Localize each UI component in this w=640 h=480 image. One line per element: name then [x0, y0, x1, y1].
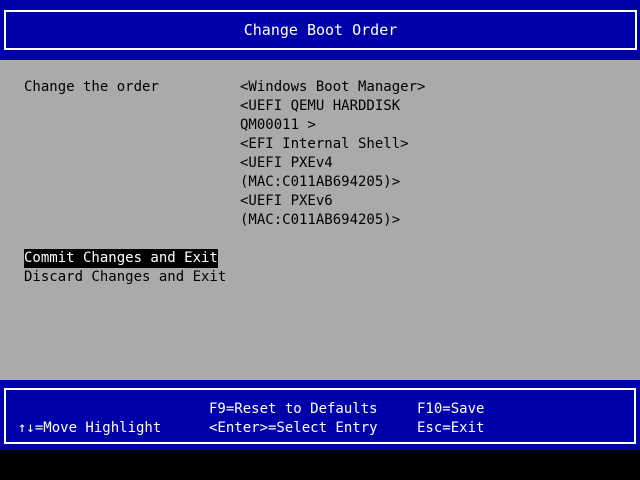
boot-entry-efi-internal-shell[interactable]: <EFI Internal Shell>	[240, 135, 409, 154]
discard-changes-and-exit-option[interactable]: Discard Changes and Exit	[24, 268, 226, 287]
boot-entry-uefi-pxev4-mac[interactable]: (MAC:C011AB694205)>	[240, 173, 400, 192]
help-frame: ↑↓=Move Highlight F9=Reset to Defaults <…	[4, 388, 636, 444]
move-highlight-hint: ↑↓=Move Highlight	[18, 420, 162, 436]
boot-entry-windows-boot-manager[interactable]: <Windows Boot Manager>	[240, 78, 425, 97]
title-bar: Change Boot Order	[0, 0, 640, 60]
commit-changes-and-exit-option[interactable]: Commit Changes and Exit	[24, 249, 218, 268]
boot-entry-uefi-pxev6[interactable]: <UEFI PXEv6	[240, 192, 333, 211]
boot-entry-uefi-qemu-harddisk-cont[interactable]: QM00011 >	[240, 116, 316, 135]
exit-hint: Esc=Exit	[417, 420, 485, 436]
reset-defaults-hint: F9=Reset to Defaults	[209, 401, 378, 417]
main-panel: Change the order <Windows Boot Manager> …	[0, 60, 640, 380]
select-entry-hint: <Enter>=Select Entry	[209, 420, 378, 436]
page-title: Change Boot Order	[243, 21, 398, 39]
title-frame: Change Boot Order	[4, 10, 637, 50]
save-hint: F10=Save	[417, 401, 485, 417]
change-order-label: Change the order	[24, 79, 159, 95]
boot-entry-uefi-qemu-harddisk[interactable]: <UEFI QEMU HARDDISK	[240, 97, 400, 116]
boot-entry-uefi-pxev4[interactable]: <UEFI PXEv4	[240, 154, 333, 173]
help-bar: ↑↓=Move Highlight F9=Reset to Defaults <…	[0, 380, 640, 450]
bottom-strip	[0, 450, 640, 480]
boot-entry-uefi-pxev6-mac[interactable]: (MAC:C011AB694205)>	[240, 211, 400, 230]
